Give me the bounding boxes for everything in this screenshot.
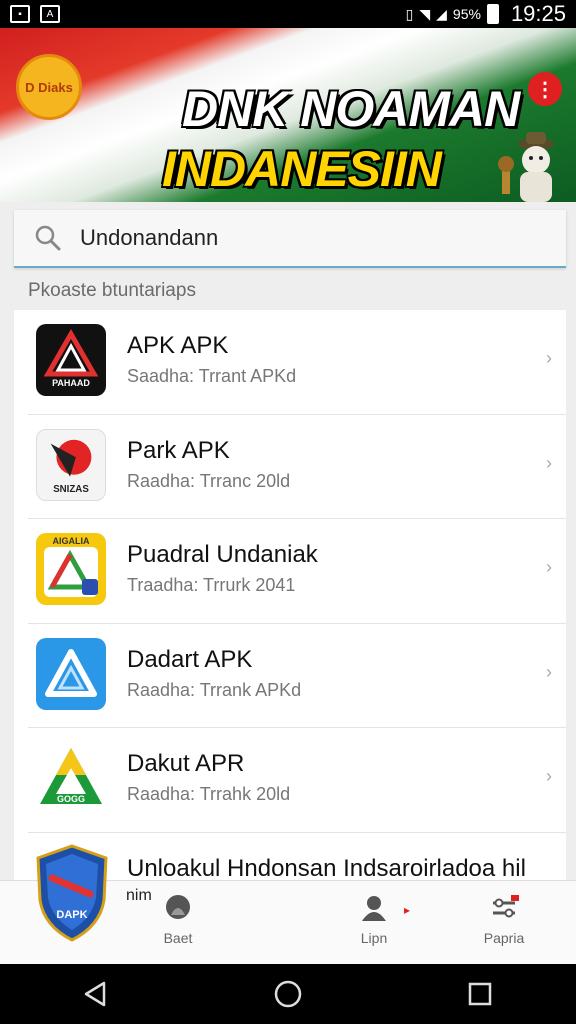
- app-icon-caption: DAPK: [56, 909, 87, 921]
- gallery-notification-icon: ▪: [10, 5, 30, 23]
- recents-icon[interactable]: [460, 974, 500, 1014]
- app-subtitle: Raadha: Trrank APKd: [127, 679, 302, 700]
- system-navigation-bar: [0, 964, 576, 1024]
- red-indicator-icon: ▸: [404, 903, 411, 917]
- brand-logo[interactable]: D Diaks: [16, 54, 82, 120]
- app-notification-icon: A: [40, 5, 60, 23]
- vibrate-icon: ▯: [405, 5, 414, 22]
- nav-item-home[interactable]: Baet: [138, 893, 218, 946]
- back-icon[interactable]: [76, 974, 116, 1014]
- chevron-right-icon: ›: [546, 557, 552, 577]
- app-subtitle: Raadha: Trranc 20ld: [127, 470, 291, 491]
- nav-item-profile[interactable]: Lipn: [334, 893, 414, 946]
- battery-percent: 95%: [452, 6, 481, 22]
- chevron-right-icon: ›: [546, 452, 552, 473]
- app-icon-caption: GOGG: [57, 794, 85, 804]
- red-p-app-icon: SNIZAS: [36, 428, 106, 501]
- screen: ▪ A ▯ ◥ ◢ 95% 19:25 D Diaks DNK NOAMAN I…: [0, 0, 576, 1024]
- app-icon-caption: PAHAAD: [52, 378, 90, 388]
- list-item[interactable]: AIGALIA Puadral Undaniak Traadha: Trrurk…: [28, 519, 566, 624]
- app-name: Dadart APK: [127, 645, 253, 673]
- app-subtitle: Raadha: Trrahk 20ld: [127, 784, 291, 804]
- clock: 19:25: [510, 1, 566, 26]
- app-icon-caption: AIGALIA: [53, 536, 90, 546]
- search-field[interactable]: Undonandann: [14, 210, 566, 268]
- yellow-triangle-app-icon: AIGALIA: [36, 533, 106, 605]
- chevron-right-icon: ›: [546, 348, 552, 368]
- list-item[interactable]: SNIZAS Park APK Raadha: Trranc 20ld ›: [28, 415, 566, 519]
- sliders-icon: [493, 895, 519, 918]
- app-icon-caption: SNIZAS: [53, 484, 89, 495]
- battery-icon: [486, 4, 499, 24]
- shield-app-icon[interactable]: DAPK: [34, 842, 110, 942]
- list-item[interactable]: PAHAAD APK APK Saadha: Trrant APKd ›: [28, 310, 566, 415]
- more-menu-icon[interactable]: ⋮: [528, 72, 562, 106]
- app-subtitle: Traadha: Trrurk 2041: [127, 575, 296, 595]
- app-name: Park APK: [127, 436, 230, 464]
- search-icon: [35, 225, 61, 251]
- header-banner: D Diaks DNK NOAMAN INDANESIIN ⋮: [0, 28, 576, 202]
- app-name: Puadral Undaniak: [127, 541, 318, 568]
- nav-label: Lipn: [360, 930, 388, 946]
- app-subtitle: Saadha: Trrant APKd: [127, 366, 297, 386]
- green-triangle-app-icon: GOGG: [36, 742, 106, 814]
- chevron-right-icon: ›: [546, 766, 552, 786]
- app-name: Dakut APR: [127, 750, 245, 777]
- home-icon: [166, 895, 190, 919]
- nav-item-settings[interactable]: Papria: [464, 893, 544, 946]
- chevron-right-icon: ›: [546, 661, 552, 682]
- banner-title-line1: DNK NOAMAN: [182, 81, 520, 137]
- search-input[interactable]: Undonandann: [80, 225, 218, 251]
- home-circle-icon[interactable]: [268, 974, 308, 1014]
- mascot-illustration: [498, 132, 554, 202]
- app-name: Unloakul Hndonsan Indsaroirladoa hil: [127, 854, 526, 882]
- status-bar: ▪ A ▯ ◥ ◢ 95% 19:25: [0, 0, 576, 28]
- wifi-icon: ◥: [419, 5, 431, 22]
- blue-triangle-app-icon: [36, 637, 106, 710]
- signal-icon: ◢: [436, 5, 447, 22]
- list-item[interactable]: GOGG Dakut APR Raadha: Trrahk 20ld ›: [28, 728, 566, 833]
- list-item[interactable]: Dadart APK Raadha: Trrank APKd ›: [28, 624, 566, 728]
- user-icon: [362, 896, 386, 921]
- section-heading: Pkoaste btuntariaps: [28, 280, 196, 301]
- black-triangle-app-icon: PAHAAD: [36, 324, 106, 396]
- nav-label: Papria: [483, 930, 525, 946]
- app-name: APK APK: [127, 332, 229, 359]
- banner-title-line2: INDANESIIN: [162, 141, 442, 197]
- nav-label: Baet: [163, 930, 193, 946]
